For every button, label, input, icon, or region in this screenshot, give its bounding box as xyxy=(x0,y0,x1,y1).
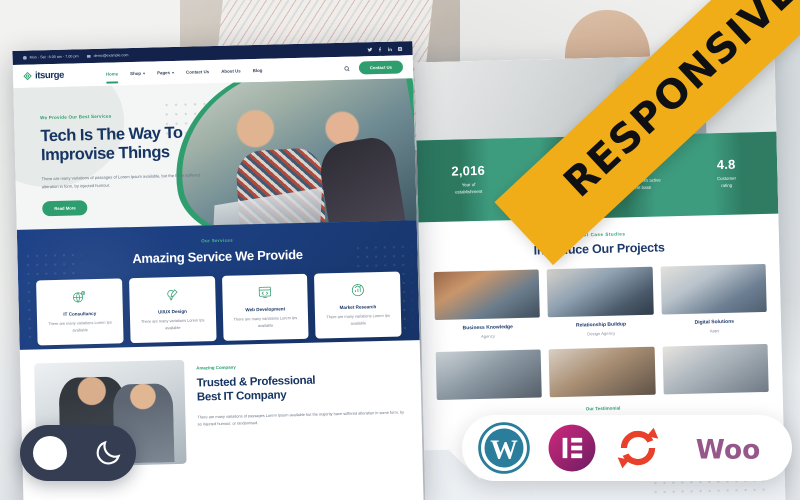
service-card-web-development[interactable]: Web Development There are many variation… xyxy=(221,273,309,342)
service-desc: There are many variations Lorem Ips avai… xyxy=(233,315,298,328)
search-icon[interactable] xyxy=(344,65,350,71)
hero-section: We Provide Our Best Services Tech Is The… xyxy=(13,78,417,230)
services-dot-grid-left xyxy=(23,250,84,340)
hero-title-line2: Improvise Things xyxy=(40,143,170,165)
sun-circle-icon[interactable] xyxy=(33,436,67,470)
svg-text:W: W xyxy=(491,434,519,465)
project-name: Business Knowledge xyxy=(462,324,513,332)
project-thumbnail xyxy=(433,269,541,321)
stat-item: 2,016 Year of establishment xyxy=(425,163,512,197)
services-dot-grid-right xyxy=(353,242,414,332)
contact-us-button[interactable]: Contact Us xyxy=(358,60,404,75)
nav-item-contact-us[interactable]: Contact Us xyxy=(186,69,209,75)
stat-value: 4.8 xyxy=(716,156,736,173)
contact-email[interactable]: demo@example.com xyxy=(86,53,129,59)
social-links xyxy=(367,46,403,52)
stat-label-line2: rating xyxy=(721,182,733,189)
stat-label: Year of establishment xyxy=(426,181,512,197)
woocommerce-logo: Woo xyxy=(695,434,759,465)
refresh-sync-icon xyxy=(617,427,659,469)
project-name: Relationship Buildup xyxy=(575,321,627,329)
about-title-line2: Best IT Company xyxy=(196,389,287,404)
nav-item-pages-label: Pages xyxy=(157,70,171,76)
nav-item-shop[interactable]: Shop xyxy=(130,70,146,77)
project-thumbnail[interactable] xyxy=(662,343,769,395)
clock-icon xyxy=(22,55,27,60)
project-thumbnail[interactable] xyxy=(435,349,543,401)
dark-light-mode-toggle[interactable] xyxy=(20,425,136,481)
about-eyebrow: Amazing Company xyxy=(196,364,236,371)
plugin-badge-bar: W Woo xyxy=(462,415,792,481)
project-card[interactable]: Digital Solutions Apps xyxy=(660,263,767,335)
project-thumbnail[interactable] xyxy=(548,346,656,398)
about-copy: Amazing Company Trusted & Professional B… xyxy=(196,354,408,463)
elementor-logo xyxy=(548,424,596,472)
preview-canvas: 2,016 Year of establishment 1.6K+ Of cus… xyxy=(0,0,800,500)
chevron-down-icon xyxy=(171,71,175,74)
stat-value: 2,016 xyxy=(451,162,486,179)
browser-code-icon xyxy=(258,286,271,298)
moon-icon[interactable] xyxy=(93,438,123,468)
business-hours: Mon - Sat : 8.00 am - 7.00 pm xyxy=(22,54,79,60)
hero-person-dark xyxy=(316,134,406,230)
stat-label-line2: establishment xyxy=(455,188,483,195)
project-category: Apps xyxy=(709,328,720,334)
about-title: Trusted & Professional Best IT Company xyxy=(196,371,407,405)
project-category: Agency xyxy=(480,333,495,339)
contact-email-text: demo@example.com xyxy=(93,53,129,58)
diamond-gear-icon xyxy=(23,71,32,81)
projects-grid-row-2 xyxy=(435,343,769,401)
hero-title-line1: Tech Is The Way To xyxy=(40,123,183,146)
instagram-icon[interactable] xyxy=(397,46,403,51)
nav-item-home[interactable]: Home xyxy=(106,71,118,76)
nav-item-blog[interactable]: Blog xyxy=(253,68,263,73)
projects-title: Introduce Our Projects xyxy=(533,240,665,258)
hero-paragraph: There are many variations of passages of… xyxy=(41,172,200,189)
twitter-icon[interactable] xyxy=(367,47,373,52)
stat-label-line1: Year of xyxy=(461,182,476,188)
project-category: Design Agency xyxy=(587,330,616,337)
stat-label-line1: Customer xyxy=(716,175,737,182)
nav-item-shop-label: Shop xyxy=(130,70,142,77)
nav-item-about-us[interactable]: About Us xyxy=(221,68,241,73)
stat-label: Customer rating xyxy=(683,175,769,191)
project-thumbnail xyxy=(546,266,654,318)
hero-copy: We Provide Our Best Services Tech Is The… xyxy=(40,111,214,217)
stat-item: 4.8 Customer rating xyxy=(683,157,770,191)
projects-grid-row-1: Business Knowledge Agency Relationship B… xyxy=(433,263,768,340)
about-title-line1: Trusted & Professional xyxy=(196,374,316,390)
project-thumbnail xyxy=(660,263,767,315)
project-card[interactable]: Business Knowledge Agency xyxy=(433,269,541,340)
site-logo-text: itsurge xyxy=(34,69,65,82)
facebook-icon[interactable] xyxy=(377,46,382,52)
nav-item-pages[interactable]: Pages xyxy=(157,70,175,76)
wordpress-logo: W xyxy=(478,422,531,474)
site-logo[interactable]: itsurge xyxy=(23,70,64,82)
service-name: Web Development xyxy=(245,306,286,313)
svg-text:Woo: Woo xyxy=(695,434,759,465)
read-more-button[interactable]: Read More xyxy=(42,200,88,217)
hero-title: Tech Is The Way To Improvise Things xyxy=(40,123,213,166)
chevron-down-icon xyxy=(143,72,146,75)
business-hours-text: Mon - Sat : 8.00 am - 7.00 pm xyxy=(29,54,79,60)
services-section: Our Services Amazing Service We Provide … xyxy=(16,220,420,350)
linkedin-icon[interactable] xyxy=(387,46,392,51)
about-paragraph: There are many variations of passages Lo… xyxy=(197,409,405,427)
envelope-icon xyxy=(86,54,91,58)
nav-links: Home Shop Pages Contact Us About Us Blog xyxy=(106,68,263,77)
project-card[interactable]: Relationship Buildup Design Agency xyxy=(546,266,654,338)
project-name: Digital Solutions xyxy=(694,318,735,326)
projects-section: Latest Case Studies Introduce Our Projec… xyxy=(418,213,784,416)
